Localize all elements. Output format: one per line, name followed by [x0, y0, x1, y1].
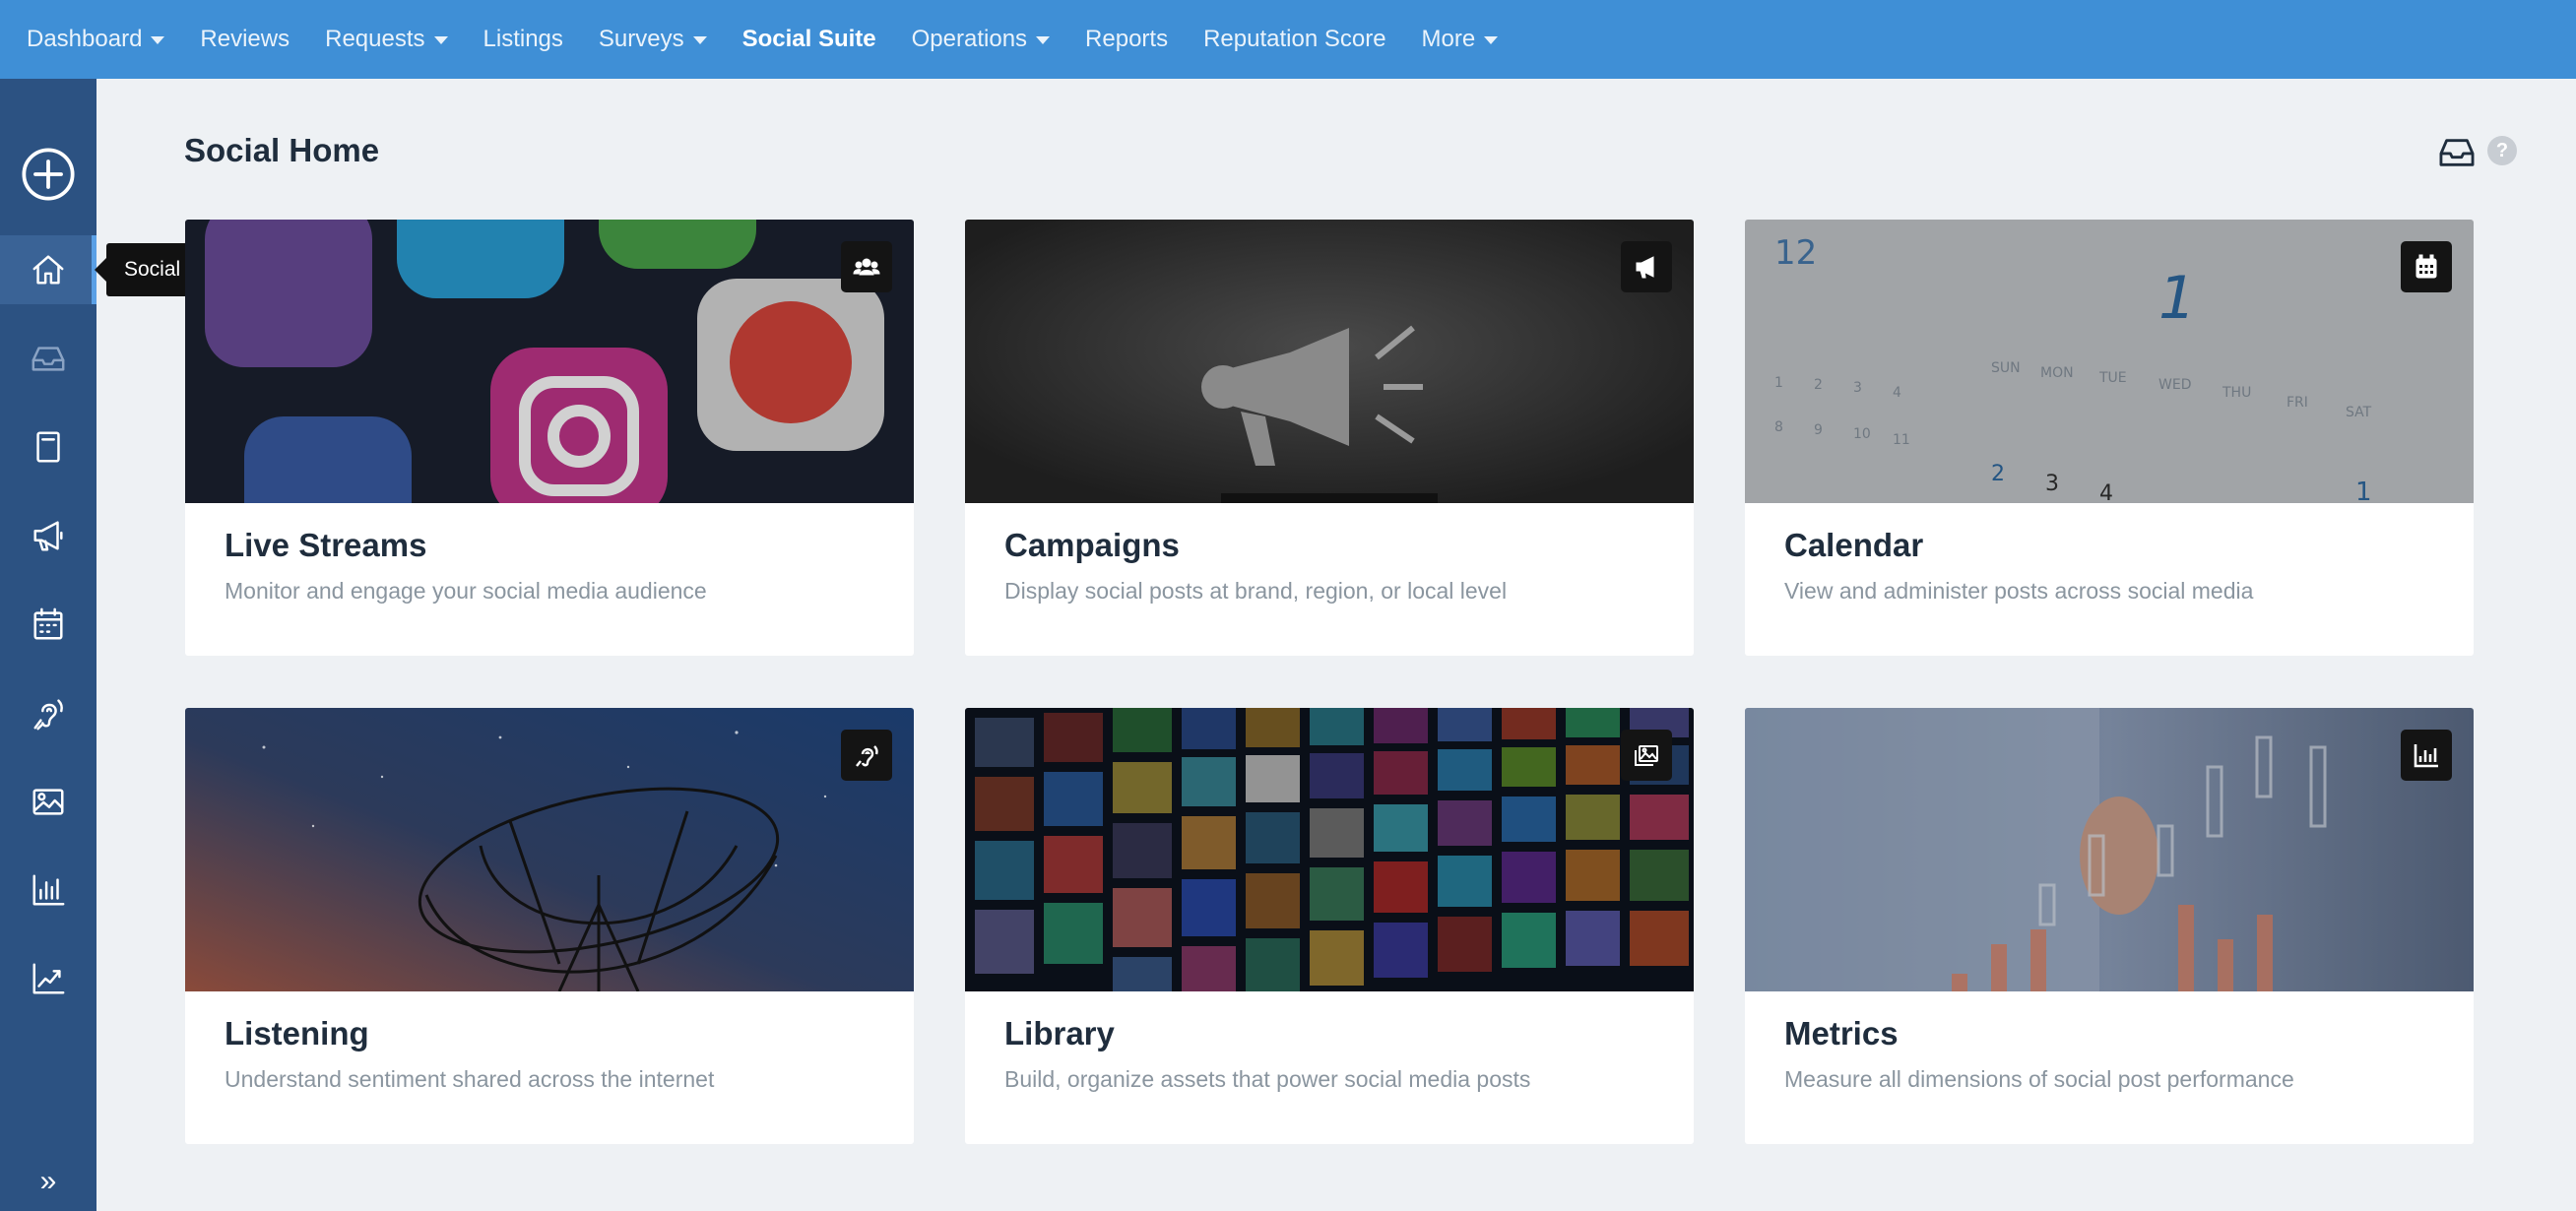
nav-listings[interactable]: Listings [483, 26, 563, 53]
header-inbox-button[interactable] [2438, 136, 2476, 169]
card-metrics[interactable]: Metrics Measure all dimensions of social… [1745, 708, 2474, 1144]
sidebar-item-inbox[interactable] [0, 324, 97, 393]
listening-ear-icon [33, 699, 63, 731]
card-campaigns[interactable]: Campaigns Display social posts at brand,… [965, 220, 1694, 656]
nav-surveys[interactable]: Surveys [599, 26, 707, 53]
card-title: Library [1004, 1015, 1115, 1052]
nav-reputation-score[interactable]: Reputation Score [1203, 26, 1385, 53]
card-title: Listening [225, 1015, 369, 1052]
book-icon [36, 431, 60, 463]
sidebar-item-social-home[interactable] [0, 235, 97, 304]
nav-operations[interactable]: Operations [912, 26, 1051, 53]
card-image [965, 708, 1694, 991]
caret-down-icon [1484, 36, 1499, 44]
megaphone-badge [1621, 241, 1672, 292]
megaphone-icon [33, 521, 63, 551]
listening-badge [841, 730, 892, 781]
sidebar [0, 79, 97, 1211]
nav-requests[interactable]: Requests [325, 26, 448, 53]
sidebar-item-calendar[interactable] [0, 590, 97, 659]
card-library[interactable]: Library Build, organize assets that powe… [965, 708, 1694, 1144]
card-description: Display social posts at brand, region, o… [1004, 578, 1508, 604]
caret-down-icon [151, 36, 165, 44]
home-icon [32, 255, 64, 285]
card-image: 12 1 1234 8 9 10 11 SUN MON TUE WED THU FRI SAT 2… [1745, 220, 2474, 503]
inbox-icon [32, 347, 65, 371]
nav-more[interactable]: More [1422, 26, 1499, 53]
calendar-icon [2415, 254, 2437, 279]
images-badge [1621, 730, 1672, 781]
page-title: Social Home [184, 132, 380, 168]
users-icon [853, 258, 880, 276]
caret-down-icon [433, 36, 448, 44]
card-image [965, 220, 1694, 503]
sidebar-item-campaigns[interactable] [0, 501, 97, 570]
caret-down-icon [1036, 36, 1051, 44]
sidebar-item-listening[interactable] [0, 678, 97, 747]
bar-chart-icon [32, 874, 65, 906]
add-icon [22, 148, 75, 201]
card-title: Campaigns [1004, 527, 1180, 563]
sidebar-item-reports[interactable] [0, 944, 97, 1013]
card-calendar[interactable]: 12 1 1234 8 9 10 11 SUN MON TUE WED THU FRI SAT 2… [1745, 220, 2474, 656]
expand-chevrons-icon: » [39, 1165, 57, 1197]
card-title: Calendar [1784, 527, 1924, 563]
nav-dashboard[interactable]: Dashboard [27, 26, 165, 53]
images-icon [1635, 745, 1658, 766]
card-description: Build, organize assets that power social… [1004, 1066, 1531, 1092]
card-description: Understand sentiment shared across the i… [225, 1066, 715, 1092]
sidebar-add-button[interactable] [0, 130, 97, 219]
card-image [185, 220, 914, 503]
image-icon [32, 789, 64, 815]
card-description: View and administer posts across social … [1784, 578, 2254, 604]
sidebar-item-metrics[interactable] [0, 856, 97, 924]
card-title: Metrics [1784, 1015, 1899, 1052]
listening-ear-icon [856, 745, 878, 767]
caret-down-icon [692, 36, 707, 44]
card-image [185, 708, 914, 991]
inbox-icon [2439, 139, 2475, 166]
top-navigation: Dashboard Reviews Requests Listings Surv… [0, 0, 2576, 79]
nav-reports[interactable]: Reports [1085, 26, 1168, 53]
trend-chart-icon [32, 963, 65, 994]
bar-chart-icon [2414, 744, 2438, 768]
card-listening[interactable]: Listening Understand sentiment shared ac… [185, 708, 914, 1144]
card-title: Live Streams [225, 527, 427, 563]
users-badge [841, 241, 892, 292]
calendar-badge [2401, 241, 2452, 292]
card-description: Measure all dimensions of social post pe… [1784, 1066, 2294, 1092]
card-image [1745, 708, 2474, 991]
sidebar-item-library[interactable] [0, 767, 97, 836]
calendar-icon [33, 607, 63, 640]
megaphone-icon [1636, 256, 1654, 279]
card-live-streams[interactable]: Live Streams Monitor and engage your soc… [185, 220, 914, 656]
nav-reviews[interactable]: Reviews [200, 26, 290, 53]
expand-sidebar-button[interactable]: » [0, 1152, 97, 1211]
nav-social-suite[interactable]: Social Suite [742, 26, 876, 53]
sidebar-item-publish[interactable] [0, 413, 97, 481]
card-description: Monitor and engage your social media aud… [225, 578, 707, 604]
bar-chart-badge [2401, 730, 2452, 781]
help-icon[interactable]: ? [2487, 136, 2517, 165]
